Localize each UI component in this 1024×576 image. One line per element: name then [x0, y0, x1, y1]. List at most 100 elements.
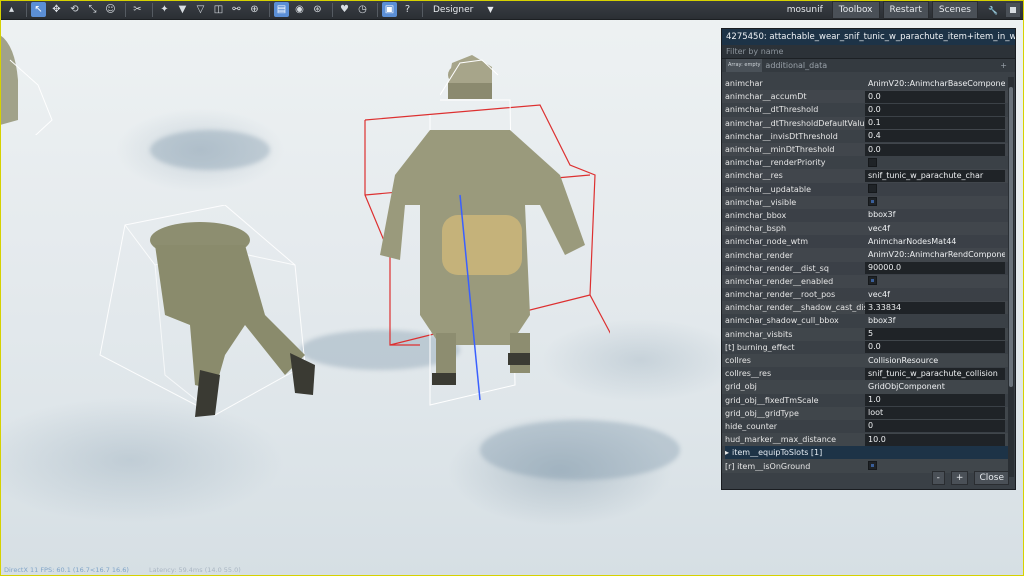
- property-checkbox[interactable]: [868, 197, 877, 207]
- property-row[interactable]: grid_obj__gridType loot: [722, 407, 1008, 420]
- property-value[interactable]: loot: [865, 407, 1005, 420]
- scale-icon[interactable]: ⤡: [85, 2, 100, 17]
- partial-uniform-left[interactable]: [0, 25, 55, 135]
- rotate-icon[interactable]: ⟲: [67, 2, 82, 17]
- arrow-up-icon[interactable]: ▴: [4, 2, 19, 17]
- property-row[interactable]: collres CollisionResource: [722, 354, 1008, 367]
- property-row[interactable]: animchar__renderPriority: [722, 156, 1008, 169]
- property-row[interactable]: grid_obj GridObjComponent: [722, 380, 1008, 393]
- property-row[interactable]: animchar_node_wtm AnimcharNodesMat44: [722, 235, 1008, 248]
- property-row[interactable]: animchar__visible: [722, 196, 1008, 209]
- toolbox-button[interactable]: Toolbox: [831, 1, 880, 19]
- additional-data-row[interactable]: Array: empty additional_data +: [722, 59, 1015, 72]
- property-value[interactable]: 90000.0: [865, 262, 1005, 275]
- scissors-icon[interactable]: ✂: [130, 2, 145, 17]
- property-value[interactable]: 0.0: [865, 103, 1005, 116]
- property-row[interactable]: animchar_bsph vec4f: [722, 222, 1008, 235]
- property-row[interactable]: animchar_render__dist_sq 90000.0: [722, 262, 1008, 275]
- property-row[interactable]: animchar__accumDt 0.0: [722, 90, 1008, 103]
- property-value: CollisionResource: [868, 355, 939, 365]
- trousers-model[interactable]: [95, 205, 325, 420]
- property-value: [865, 183, 1005, 195]
- property-row[interactable]: animchar_render AnimV20::AnimcharRendComp…: [722, 248, 1008, 261]
- crosshair-icon[interactable]: ⊕: [247, 2, 262, 17]
- property-checkbox[interactable]: [868, 276, 877, 286]
- document-icon[interactable]: ▤: [274, 2, 289, 17]
- heart-icon[interactable]: ♥: [337, 2, 352, 17]
- property-row[interactable]: animchar_shadow_cull_bbox bbox3f: [722, 314, 1008, 327]
- scenes-button[interactable]: Scenes: [931, 1, 978, 19]
- snow-shadow: [480, 420, 680, 480]
- remove-button[interactable]: -: [931, 471, 945, 485]
- property-name: animchar__renderPriority: [725, 158, 826, 168]
- save-icon[interactable]: ▣: [382, 2, 397, 17]
- property-value[interactable]: 0.0: [865, 341, 1005, 354]
- property-name: animchar: [725, 79, 763, 89]
- property-row[interactable]: [t] burning_effect 0.0: [722, 341, 1008, 354]
- property-value[interactable]: snif_tunic_w_parachute_collision: [865, 367, 1005, 380]
- move-icon[interactable]: ✥: [49, 2, 64, 17]
- property-value[interactable]: 1.0: [865, 394, 1005, 407]
- add-button[interactable]: +: [950, 471, 969, 485]
- property-row[interactable]: animchar__dtThreshold 0.0: [722, 103, 1008, 116]
- property-row[interactable]: animchar_bbox bbox3f: [722, 209, 1008, 222]
- restart-button[interactable]: Restart: [882, 1, 929, 19]
- cap-model[interactable]: [440, 55, 500, 105]
- property-checkbox[interactable]: [868, 184, 877, 194]
- stopwatch-icon[interactable]: ◷: [355, 2, 370, 17]
- editor-toolbar: ▴ ↖ ✥ ⟲ ⤡ ☺ ✂ ✦ ▼ ▽ ◫ ⚯ ⊕ ▤ ◉ ⊛ ♥ ◷ ▣ ? …: [0, 0, 1024, 20]
- property-row[interactable]: animchar_render__shadow_cast_dist 3.33834: [722, 301, 1008, 314]
- mode-dropdown[interactable]: Designer ▼: [433, 5, 493, 15]
- property-row[interactable]: animchar_render__enabled: [722, 275, 1008, 288]
- filter-input[interactable]: Filter by name: [722, 45, 1015, 59]
- property-value: AnimV20::AnimcharBaseComponent: [868, 78, 1005, 88]
- property-value[interactable]: snif_tunic_w_parachute_char: [865, 169, 1005, 182]
- split-icon[interactable]: ◫: [211, 2, 226, 17]
- toolbar-divider: [152, 2, 153, 17]
- property-row[interactable]: animchar__invisDtThreshold 0.4: [722, 130, 1008, 143]
- smiley-icon[interactable]: ☺: [103, 2, 118, 17]
- property-checkbox[interactable]: [868, 157, 877, 167]
- property-name: collres: [725, 356, 751, 366]
- drop-triangle-icon[interactable]: ▽: [193, 2, 208, 17]
- property-value[interactable]: 0: [865, 420, 1005, 433]
- inspector-footer: - + Close: [722, 467, 1015, 489]
- add-item-icon[interactable]: +: [1000, 59, 1007, 72]
- property-value[interactable]: 10.0: [865, 433, 1005, 446]
- property-value[interactable]: 0.1: [865, 117, 1005, 130]
- property-row[interactable]: grid_obj__fixedTmScale 1.0: [722, 394, 1008, 407]
- wrench-icon[interactable]: 🔧: [984, 2, 1002, 18]
- inspector-scrollbar[interactable]: [1008, 77, 1014, 477]
- link-icon[interactable]: ⚯: [229, 2, 244, 17]
- property-value[interactable]: 0.0: [865, 143, 1005, 156]
- property-value[interactable]: 3.33834: [865, 301, 1005, 314]
- eye-icon[interactable]: ◉: [292, 2, 307, 17]
- property-value[interactable]: 0.0: [865, 90, 1005, 103]
- property-row[interactable]: animchar__minDtThreshold 0.0: [722, 143, 1008, 156]
- scrollbar-thumb[interactable]: [1009, 87, 1013, 387]
- property-row[interactable]: animchar__res snif_tunic_w_parachute_char: [722, 169, 1008, 182]
- property-row[interactable]: animchar__dtThresholdDefaultValue 0.1: [722, 117, 1008, 130]
- property-row[interactable]: hide_counter 0: [722, 420, 1008, 433]
- stop-icon[interactable]: [1006, 3, 1020, 17]
- close-button[interactable]: Close: [974, 471, 1009, 485]
- property-group-row[interactable]: ▸ item__equipToSlots [1]: [725, 446, 1008, 460]
- orbit-icon[interactable]: ⊛: [310, 2, 325, 17]
- property-row[interactable]: animchar AnimV20::AnimcharBaseComponent: [722, 77, 1008, 90]
- property-value[interactable]: 0.4: [865, 130, 1005, 143]
- property-value[interactable]: 5: [865, 328, 1005, 341]
- property-row[interactable]: hud_marker__max_distance 10.0: [722, 433, 1008, 446]
- property-row[interactable]: animchar_render__root_pos vec4f: [722, 288, 1008, 301]
- property-value: [865, 275, 1005, 287]
- property-row[interactable]: collres__res snif_tunic_w_parachute_colli…: [722, 367, 1008, 380]
- property-name: animchar__invisDtThreshold: [725, 131, 838, 141]
- property-row[interactable]: animchar__updatable: [722, 183, 1008, 196]
- magic-star-icon[interactable]: ✦: [157, 2, 172, 17]
- property-row[interactable]: animchar_visbits 5: [722, 328, 1008, 341]
- drop-down-icon[interactable]: ▼: [175, 2, 190, 17]
- cursor-select-icon[interactable]: ↖: [31, 2, 46, 17]
- help-icon[interactable]: ?: [400, 2, 415, 17]
- property-value: bbox3f: [868, 210, 896, 220]
- property-name: grid_obj__gridType: [725, 408, 799, 418]
- tunic-model[interactable]: [360, 55, 610, 410]
